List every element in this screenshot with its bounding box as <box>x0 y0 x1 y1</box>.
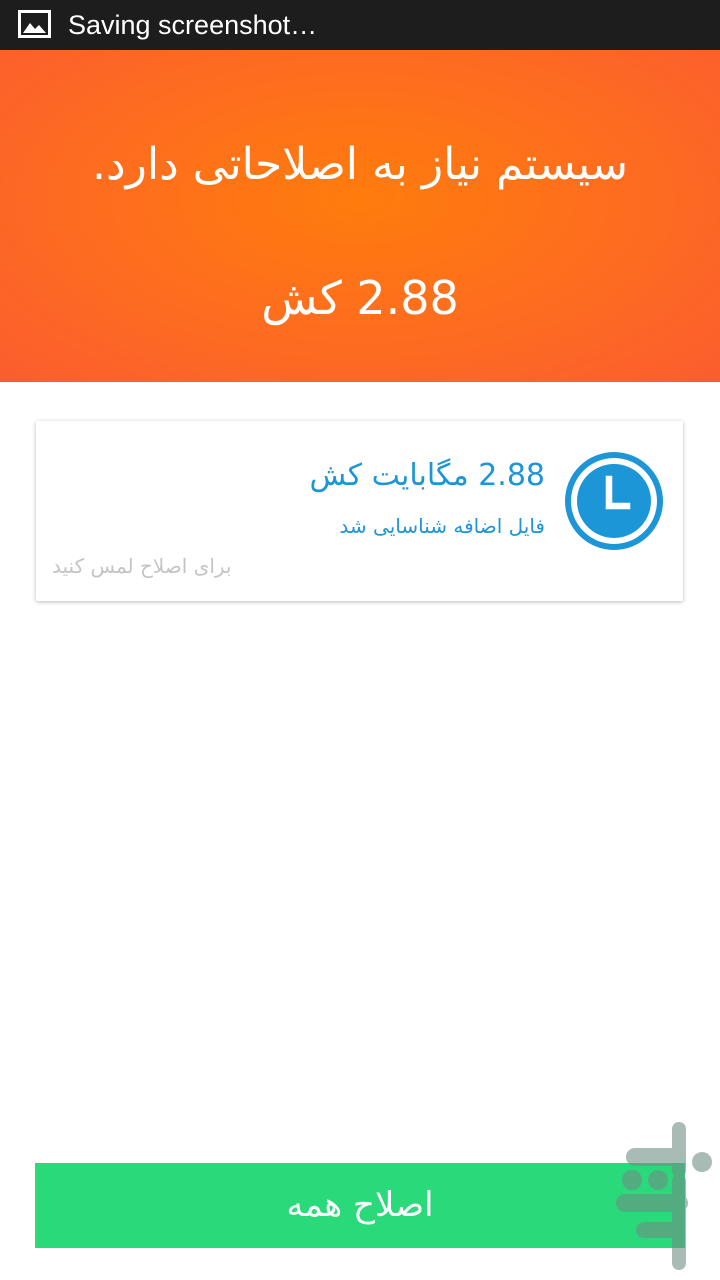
hero-headline: سیستم نیاز به اصلاحاتی دارد. <box>92 139 628 190</box>
status-bar: Saving screenshot… <box>0 0 720 50</box>
hero-banner: سیستم نیاز به اصلاحاتی دارد. 2.88 کش <box>0 50 720 382</box>
card-title: 2.88 مگابایت کش <box>309 458 545 493</box>
image-icon <box>18 10 51 38</box>
hero-cache-size: 2.88 کش <box>261 271 459 325</box>
status-notification-text: Saving screenshot… <box>68 10 318 40</box>
cafebazaar-logo-icon <box>616 1122 712 1270</box>
cache-issue-card[interactable]: 2.88 مگابایت کش فایل اضافه شناسایی شد بر… <box>36 421 683 601</box>
card-tap-hint: برای اصلاح لمس کنید <box>52 554 232 578</box>
card-subtitle: فایل اضافه شناسایی شد <box>339 514 545 538</box>
clock-icon <box>565 452 663 550</box>
fix-all-button[interactable]: اصلاح همه <box>35 1163 685 1248</box>
